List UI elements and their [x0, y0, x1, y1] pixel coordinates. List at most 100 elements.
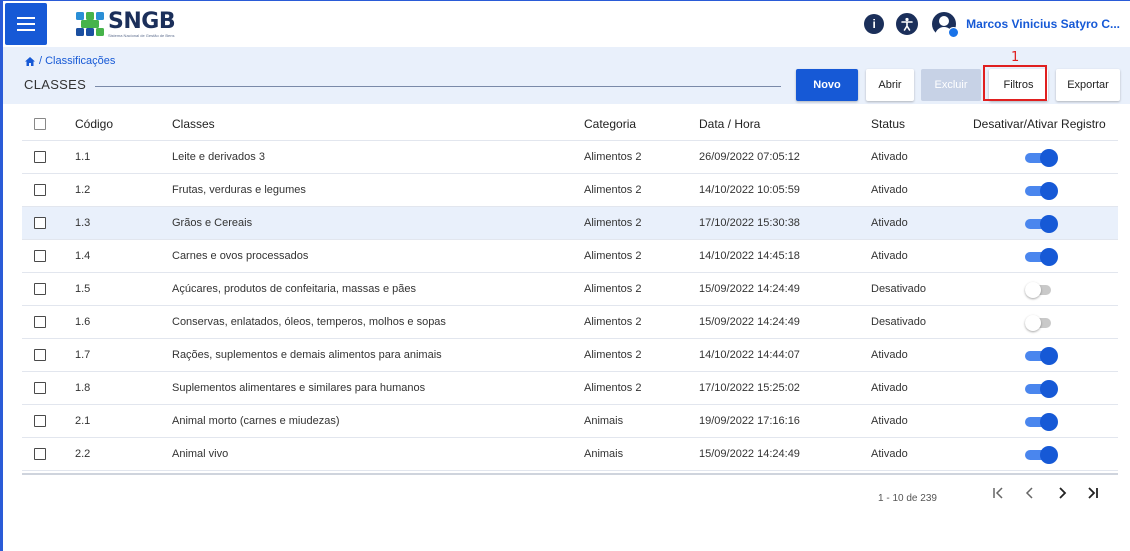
- header-class[interactable]: Classes: [172, 117, 215, 131]
- cell-class: Suplementos alimentares e similares para…: [172, 382, 426, 394]
- cell-date: 26/09/2022 07:05:12: [699, 151, 800, 163]
- table-header-row: Código Classes Categoria Data / Hora Sta…: [22, 107, 1118, 141]
- status-toggle[interactable]: [1025, 446, 1058, 464]
- row-checkbox[interactable]: [34, 316, 46, 328]
- row-checkbox[interactable]: [34, 184, 46, 196]
- cell-code: 1.4: [75, 250, 91, 262]
- cell-date: 14/10/2022 14:45:18: [699, 250, 800, 262]
- cell-status: Ativado: [871, 349, 908, 361]
- cell-code: 1.8: [75, 382, 91, 394]
- cell-status: Ativado: [871, 448, 908, 460]
- breadcrumb-classificacoes[interactable]: / Classificações: [39, 55, 115, 67]
- status-toggle[interactable]: [1025, 282, 1055, 298]
- status-toggle[interactable]: [1025, 215, 1058, 233]
- hamburger-menu-button[interactable]: [5, 3, 47, 45]
- row-checkbox[interactable]: [34, 151, 46, 163]
- menu-icon-line: [17, 29, 35, 31]
- toggle-knob: [1040, 347, 1058, 365]
- table-row[interactable]: 1.7 Rações, suplementos e demais alimento…: [22, 339, 1118, 372]
- status-toggle[interactable]: [1025, 315, 1055, 331]
- accessibility-figure-icon: [901, 17, 913, 31]
- new-button[interactable]: Novo: [796, 69, 858, 101]
- row-checkbox[interactable]: [34, 217, 46, 229]
- status-toggle[interactable]: [1025, 413, 1058, 431]
- row-checkbox[interactable]: [34, 382, 46, 394]
- cell-class: Conservas, enlatados, óleos, temperos, m…: [172, 316, 446, 328]
- table-row[interactable]: 2.2 Animal vivo Animais 15/09/2022 14:24:49…: [22, 438, 1118, 471]
- status-toggle[interactable]: [1025, 347, 1058, 365]
- header-category[interactable]: Categoria: [584, 117, 636, 131]
- menu-icon-line: [17, 17, 35, 19]
- toggle-knob: [1040, 149, 1058, 167]
- row-checkbox[interactable]: [34, 283, 46, 295]
- select-all-checkbox[interactable]: [34, 117, 46, 130]
- info-icon[interactable]: i: [864, 14, 885, 34]
- accessibility-icon[interactable]: [896, 13, 919, 35]
- sngb-logo-icon: [76, 12, 104, 36]
- cell-code: 1.5: [75, 283, 91, 295]
- status-toggle[interactable]: [1025, 182, 1058, 200]
- header-date[interactable]: Data / Hora: [699, 117, 760, 131]
- table-row[interactable]: 1.4 Carnes e ovos processados Alimentos 2 1…: [22, 240, 1118, 273]
- cell-category: Alimentos 2: [584, 283, 642, 295]
- title-divider: [95, 86, 781, 87]
- cell-class: Rações, suplementos e demais alimentos p…: [172, 349, 442, 361]
- header-code[interactable]: Código: [75, 117, 113, 131]
- row-checkbox[interactable]: [34, 415, 46, 427]
- cell-category: Alimentos 2: [584, 250, 642, 262]
- cell-category: Animais: [584, 448, 624, 460]
- open-button[interactable]: Abrir: [866, 69, 914, 101]
- next-page-icon[interactable]: [1057, 486, 1067, 500]
- status-toggle[interactable]: [1025, 149, 1058, 167]
- cell-category: Alimentos 2: [584, 184, 642, 196]
- cell-date: 14/10/2022 10:05:59: [699, 184, 800, 196]
- cell-date: 19/09/2022 17:16:16: [699, 415, 800, 427]
- user-name[interactable]: Marcos Vinicius Satyro C...: [966, 17, 1120, 31]
- cell-date: 14/10/2022 14:44:07: [699, 349, 800, 361]
- menu-icon-line: [17, 23, 35, 25]
- breadcrumb: / Classificações: [24, 55, 115, 67]
- table-row[interactable]: 1.6 Conservas, enlatados, óleos, temperos…: [22, 306, 1118, 339]
- row-checkbox[interactable]: [34, 448, 46, 460]
- table-bottom-border: [22, 473, 1118, 475]
- export-button[interactable]: Exportar: [1056, 69, 1120, 101]
- toggle-knob: [1025, 282, 1041, 298]
- status-toggle[interactable]: [1025, 380, 1058, 398]
- toggle-knob: [1040, 248, 1058, 266]
- cell-code: 2.1: [75, 415, 91, 427]
- cell-class: Grãos e Cereais: [172, 217, 253, 229]
- status-toggle[interactable]: [1025, 248, 1058, 266]
- table-row[interactable]: 1.3 Grãos e Cereais Alimentos 2 17/10/2022 …: [22, 207, 1118, 240]
- cell-code: 1.2: [75, 184, 91, 196]
- cell-date: 15/09/2022 14:24:49: [699, 283, 800, 295]
- cell-status: Ativado: [871, 184, 908, 196]
- delete-button[interactable]: Excluir: [921, 69, 981, 101]
- logo-subtitle: Sistema Nacional de Gestão de Bens: [108, 32, 175, 38]
- table-row[interactable]: 1.5 Açúcares, produtos de confeitaria, ma…: [22, 273, 1118, 306]
- row-checkbox[interactable]: [34, 250, 46, 262]
- cell-code: 1.7: [75, 349, 91, 361]
- toggle-knob: [1025, 315, 1041, 331]
- cell-class: Frutas, verduras e legumes: [172, 184, 306, 196]
- cell-status: Ativado: [871, 217, 908, 229]
- annotation-number: 1: [1011, 50, 1020, 65]
- pagination-range: 1 - 10 de 239: [878, 492, 937, 504]
- header-status[interactable]: Status: [871, 117, 905, 131]
- user-avatar-icon[interactable]: [932, 12, 960, 38]
- app-logo[interactable]: SNGB Sistema Nacional de Gestão de Bens: [75, 10, 176, 38]
- table-row[interactable]: 1.2 Frutas, verduras e legumes Alimentos 2…: [22, 174, 1118, 207]
- cell-status: Ativado: [871, 151, 908, 163]
- home-icon[interactable]: [24, 56, 36, 67]
- user-check-badge-icon: [948, 27, 960, 38]
- row-checkbox[interactable]: [34, 349, 46, 361]
- cell-code: 1.6: [75, 316, 91, 328]
- toggle-knob: [1040, 182, 1058, 200]
- table-row[interactable]: 2.1 Animal morto (carnes e miudezas) Anima…: [22, 405, 1118, 438]
- toggle-knob: [1040, 413, 1058, 431]
- cell-class: Carnes e ovos processados: [172, 250, 309, 262]
- previous-page-icon[interactable]: [1025, 486, 1035, 500]
- table-row[interactable]: 1.8 Suplementos alimentares e similares p…: [22, 372, 1118, 405]
- table-row[interactable]: 1.1 Leite e derivados 3 Alimentos 2 26/09/2…: [22, 141, 1118, 174]
- last-page-icon[interactable]: [1087, 486, 1099, 500]
- first-page-icon[interactable]: [992, 486, 1004, 500]
